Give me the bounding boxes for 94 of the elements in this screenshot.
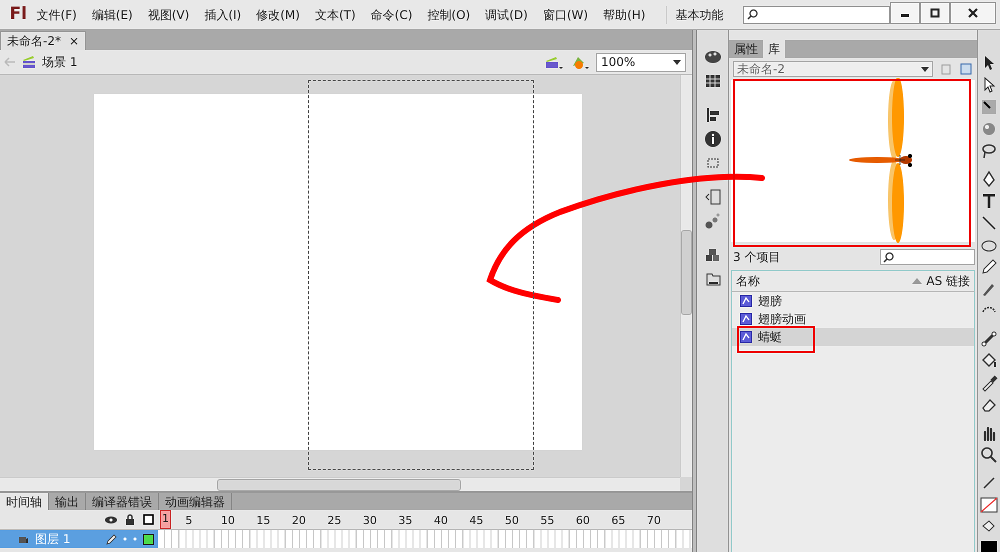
item-name: 翅膀 (758, 293, 782, 310)
menu-item[interactable]: 帮助(H) (603, 6, 646, 24)
workspace-switcher[interactable]: 基本功能 (666, 6, 732, 24)
scroll-thumb[interactable] (681, 230, 692, 315)
dropdown-caret-icon (921, 66, 929, 72)
info-icon[interactable] (704, 130, 722, 148)
new-library-icon[interactable] (959, 62, 973, 76)
scene-name[interactable]: 场景 1 (42, 53, 78, 71)
library-item[interactable]: 蜻蜓 (732, 328, 974, 346)
item-name: 蜻蜓 (758, 329, 782, 346)
no-color-swatch-icon[interactable] (980, 496, 998, 514)
panel-tab[interactable]: 属性 (729, 40, 763, 58)
menu-item[interactable]: 命令(C) (370, 6, 412, 24)
frame-number: 45 (469, 512, 484, 528)
frame-number: 50 (504, 512, 519, 528)
frame-number: 10 (220, 512, 235, 528)
lasso-icon[interactable] (980, 142, 998, 160)
movie-clip-icon (740, 295, 752, 307)
cubes-icon[interactable] (704, 246, 722, 264)
menu-item[interactable]: 插入(I) (204, 6, 242, 24)
panel-tab[interactable]: 输出 (49, 493, 86, 510)
grid-icon[interactable] (704, 72, 722, 90)
frame-number: 60 (576, 512, 590, 528)
library-item[interactable]: 翅膀 (732, 292, 974, 310)
search-icon (883, 252, 894, 262)
eyedropper-icon[interactable] (980, 374, 998, 392)
search-field[interactable] (743, 6, 890, 24)
pencil-icon (105, 533, 117, 545)
line-tool-icon[interactable] (980, 214, 998, 232)
eye-icon[interactable] (105, 516, 117, 524)
scroll-thumb[interactable] (217, 478, 461, 490)
vertical-scrollbar[interactable] (680, 75, 692, 477)
layer-name: 图层 1 (35, 531, 70, 548)
movie-clip-icon (740, 313, 752, 325)
lock-icon[interactable] (125, 514, 135, 525)
clapperboard-icon (22, 55, 36, 69)
library-search-field[interactable] (880, 249, 975, 265)
frame-number: 20 (292, 512, 306, 528)
layer-color-icon (143, 534, 154, 544)
menu-item[interactable]: 修改(M) (256, 6, 300, 24)
zoom-value: 100% (601, 54, 636, 71)
tab-label: 未命名-2* (7, 33, 61, 50)
app-logo: Fl (8, 2, 28, 26)
frame-cells[interactable] (158, 530, 692, 548)
frame-number: 65 (611, 512, 626, 528)
dot-icon (133, 537, 137, 541)
panel-tab[interactable]: 编译器错误 (86, 493, 159, 510)
item-count: 3 个项目 (733, 249, 780, 266)
horizontal-scrollbar[interactable] (0, 477, 680, 491)
panel-tab[interactable]: 时间轴 (0, 493, 49, 510)
item-name: 翅膀动画 (758, 311, 806, 328)
outline-square-icon[interactable] (143, 514, 154, 525)
edit-scene-icon[interactable] (544, 54, 564, 70)
frame-number: 1 (160, 510, 171, 528)
menu-item[interactable]: 编辑(E) (92, 6, 133, 24)
column-header[interactable]: 名称 (736, 272, 760, 290)
dropdown-caret-icon (673, 60, 681, 64)
menu-item[interactable]: 视图(V) (148, 6, 190, 24)
dot-icon (123, 537, 127, 541)
minimize-button[interactable] (890, 2, 920, 24)
magnifier-icon[interactable] (980, 446, 998, 464)
frame-number: 35 (398, 512, 412, 528)
panel-tab[interactable]: 库 (763, 40, 785, 58)
column-header[interactable]: AS 链接 (926, 272, 970, 290)
close-icon (968, 8, 978, 18)
frame-number: 40 (434, 512, 448, 528)
pencil-icon[interactable] (980, 258, 998, 276)
menu-item[interactable]: 文件(F) (36, 6, 77, 24)
maximize-button[interactable] (920, 2, 950, 24)
menu-item[interactable]: 文本(T) (314, 6, 356, 24)
menu-item[interactable]: 控制(O) (427, 6, 470, 24)
search-icon (747, 9, 758, 20)
sort-arrow-icon (912, 278, 922, 284)
menu-item[interactable]: 窗口(W) (542, 6, 588, 24)
movie-clip-icon (740, 331, 752, 343)
close-button[interactable] (950, 2, 996, 24)
frame-number: 25 (327, 512, 342, 528)
frame-number: 70 (646, 512, 661, 528)
paint-bucket-icon[interactable] (980, 352, 998, 370)
frame-number: 5 (185, 512, 192, 528)
dropdown-value: 未命名-2 (737, 61, 785, 78)
bubbles-icon[interactable] (704, 212, 722, 230)
maximize-icon (930, 8, 940, 18)
library-item[interactable]: 翅膀动画 (732, 310, 974, 328)
menu-item[interactable]: 调试(D) (485, 6, 528, 24)
frame-number: 15 (256, 512, 270, 528)
back-arrow-icon (4, 57, 16, 67)
library-document-dropdown[interactable]: 未命名-2 (733, 61, 933, 77)
zoom-dropdown[interactable]: 100% (596, 52, 686, 72)
frame-number: 30 (362, 512, 377, 528)
frame-number: 55 (540, 512, 554, 528)
tab-close-button[interactable]: × (68, 32, 80, 50)
text-tool-icon[interactable] (980, 192, 998, 210)
document-tab[interactable]: 未命名-2* × (0, 31, 86, 50)
